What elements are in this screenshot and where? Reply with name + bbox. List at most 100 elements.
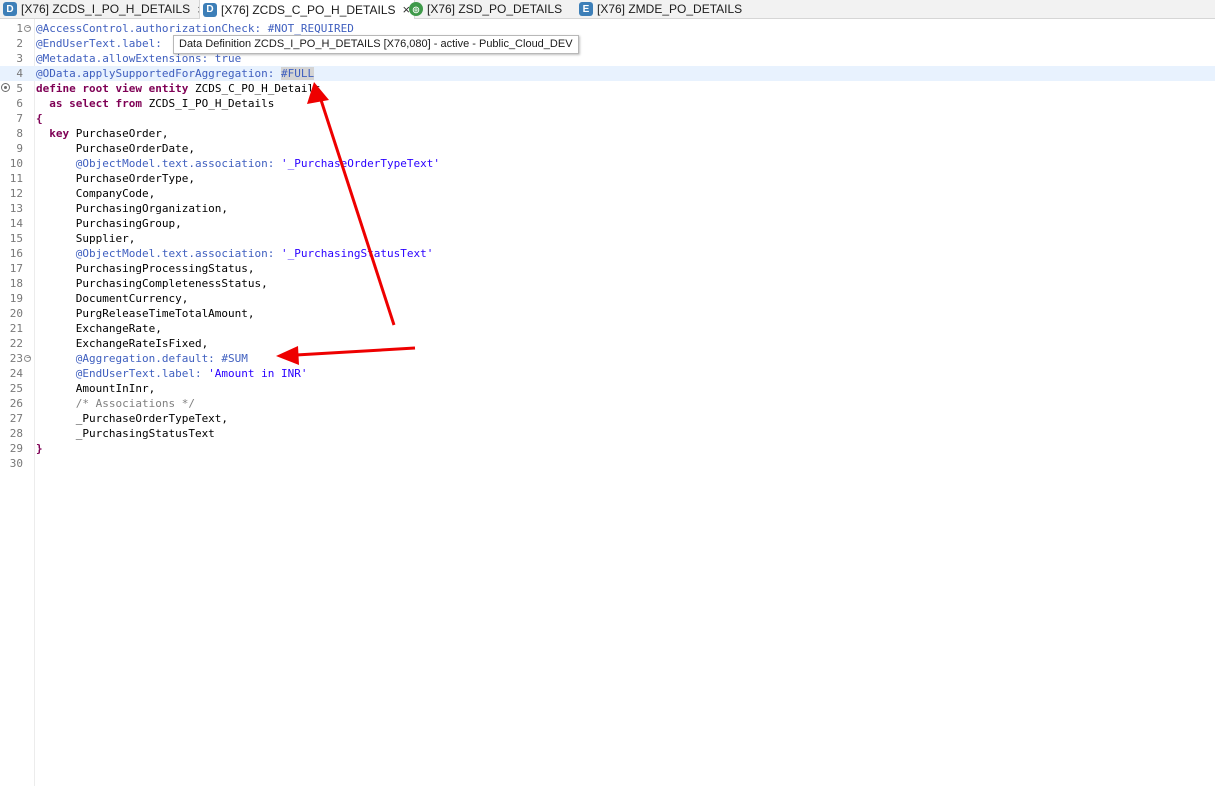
code-line[interactable]: 16 @ObjectModel.text.association: '_Purc… bbox=[0, 246, 1215, 261]
code-text: PurchasingGroup, bbox=[36, 217, 182, 230]
code-text: AmountInInr, bbox=[36, 382, 156, 395]
code-line[interactable]: 18 PurchasingCompletenessStatus, bbox=[0, 276, 1215, 291]
tab-label: [X76] ZCDS_C_PO_H_DETAILS bbox=[221, 2, 396, 17]
tab-zcds-i-po-h-details[interactable]: D [X76] ZCDS_I_PO_H_DETAILS × bbox=[3, 0, 205, 18]
code-line[interactable]: 11 PurchaseOrderType, bbox=[0, 171, 1215, 186]
code-text: @ObjectModel.text.association: '_Purchas… bbox=[36, 246, 434, 261]
line-number: 29 bbox=[9, 442, 23, 455]
code-line[interactable]: 6 as select from ZCDS_I_PO_H_Details bbox=[0, 96, 1215, 111]
line-number: 18 bbox=[9, 277, 23, 290]
line-number: 13 bbox=[9, 202, 23, 215]
code-line[interactable]: 20 PurgReleaseTimeTotalAmount, bbox=[0, 306, 1215, 321]
code-text: ExchangeRateIsFixed, bbox=[36, 337, 209, 350]
tab-label: [X76] ZMDE_PO_DETAILS bbox=[597, 2, 743, 16]
line-number: 27 bbox=[9, 412, 23, 425]
service-definition-icon: ◎ bbox=[409, 2, 423, 16]
line-number: 1 bbox=[16, 22, 23, 35]
code-editor[interactable]: 1 @AccessControl.authorizationCheck: #NO… bbox=[0, 19, 1215, 786]
code-comment: /* Associations */ bbox=[36, 397, 195, 410]
line-number: 8 bbox=[16, 127, 23, 140]
annotation-text: @OData.applySupportedForAggregation: bbox=[36, 67, 282, 80]
line-number: 11 bbox=[9, 172, 23, 185]
code-line[interactable]: 10 @ObjectModel.text.association: '_Purc… bbox=[0, 156, 1215, 171]
code-line[interactable]: 12 CompanyCode, bbox=[0, 186, 1215, 201]
code-text: _PurchasingStatusText bbox=[36, 427, 215, 440]
code-line[interactable]: 5 define root view entity ZCDS_C_PO_H_De… bbox=[0, 81, 1215, 96]
fold-toggle-icon[interactable] bbox=[24, 355, 32, 362]
code-line-current[interactable]: 4 @OData.applySupportedForAggregation: #… bbox=[0, 66, 1215, 81]
tab-zcds-c-po-h-details[interactable]: D [X76] ZCDS_C_PO_H_DETAILS × bbox=[199, 0, 416, 19]
string-literal: '_PurchaseOrderTypeText' bbox=[281, 157, 440, 170]
code-line[interactable]: 9 PurchaseOrderDate, bbox=[0, 141, 1215, 156]
code-text: PurchaseOrderType, bbox=[36, 172, 195, 185]
keyword: key bbox=[36, 127, 70, 140]
fold-toggle-icon[interactable] bbox=[24, 25, 32, 32]
line-number: 30 bbox=[9, 457, 23, 470]
line-number: 23 bbox=[9, 352, 23, 365]
code-line[interactable]: 27 _PurchaseOrderTypeText, bbox=[0, 411, 1215, 426]
line-number: 17 bbox=[9, 262, 23, 275]
code-line[interactable]: 25 AmountInInr, bbox=[0, 381, 1215, 396]
code-line[interactable]: 21 ExchangeRate, bbox=[0, 321, 1215, 336]
line-number: 7 bbox=[16, 112, 23, 125]
line-number: 9 bbox=[16, 142, 23, 155]
annotation-text: @ObjectModel.text.association: bbox=[36, 247, 282, 260]
code-text: @EndUserText.label: 'Amount in INR' bbox=[36, 366, 308, 381]
line-number: 2 bbox=[16, 37, 23, 50]
code-line[interactable]: 13 PurchasingOrganization, bbox=[0, 201, 1215, 216]
code-text: PurchasingProcessingStatus, bbox=[36, 262, 255, 275]
code-line[interactable]: 28 _PurchasingStatusText bbox=[0, 426, 1215, 441]
tab-label: [X76] ZCDS_I_PO_H_DETAILS bbox=[21, 2, 191, 16]
annotation-text: @ObjectModel.text.association: bbox=[36, 157, 282, 170]
editor-tab-bar: D [X76] ZCDS_I_PO_H_DETAILS × D [X76] ZC… bbox=[0, 0, 1215, 19]
hover-tooltip: Data Definition ZCDS_I_PO_H_DETAILS [X76… bbox=[173, 35, 579, 54]
line-number: 26 bbox=[9, 397, 23, 410]
code-line[interactable]: 29 } bbox=[0, 441, 1215, 456]
line-number: 22 bbox=[9, 337, 23, 350]
line-number: 10 bbox=[9, 157, 23, 170]
code-line[interactable]: 23 @Aggregation.default: #SUM bbox=[0, 351, 1215, 366]
code-text: @EndUserText.label: bbox=[36, 37, 169, 50]
code-line[interactable]: 15 Supplier, bbox=[0, 231, 1215, 246]
code-text: PurchasingCompletenessStatus, bbox=[36, 277, 268, 290]
code-text: _PurchaseOrderTypeText, bbox=[36, 412, 229, 425]
code-text: Supplier, bbox=[36, 232, 136, 245]
line-number: 6 bbox=[16, 97, 23, 110]
identifier: PurchaseOrder, bbox=[69, 127, 169, 140]
code-line[interactable]: 17 PurchasingProcessingStatus, bbox=[0, 261, 1215, 276]
metadata-extension-icon: E bbox=[579, 2, 593, 16]
code-text: @ObjectModel.text.association: '_Purchas… bbox=[36, 156, 440, 171]
line-number: 14 bbox=[9, 217, 23, 230]
code-text: PurchaseOrderDate, bbox=[36, 142, 195, 155]
code-text: PurgReleaseTimeTotalAmount, bbox=[36, 307, 255, 320]
line-number: 19 bbox=[9, 292, 23, 305]
code-text: ExchangeRate, bbox=[36, 322, 162, 335]
tab-zsd-po-details[interactable]: ◎ [X76] ZSD_PO_DETAILS bbox=[409, 0, 562, 18]
code-line[interactable]: 22 ExchangeRateIsFixed, bbox=[0, 336, 1215, 351]
code-line[interactable]: 26 /* Associations */ bbox=[0, 396, 1215, 411]
code-line[interactable]: 30 bbox=[0, 456, 1215, 471]
data-definition-icon: D bbox=[203, 2, 217, 17]
code-line[interactable]: 1 @AccessControl.authorizationCheck: #NO… bbox=[0, 21, 1215, 36]
line-number: 21 bbox=[9, 322, 23, 335]
code-line[interactable]: 19 DocumentCurrency, bbox=[0, 291, 1215, 306]
line-number: 16 bbox=[9, 247, 23, 260]
identifier: ZCDS_C_PO_H_Details bbox=[188, 82, 321, 95]
tab-zmde-po-details[interactable]: E [X76] ZMDE_PO_DETAILS bbox=[579, 0, 742, 18]
code-text: PurchasingOrganization, bbox=[36, 202, 229, 215]
code-line[interactable]: 24 @EndUserText.label: 'Amount in INR' bbox=[0, 366, 1215, 381]
line-number: 28 bbox=[9, 427, 23, 440]
code-line[interactable]: 14 PurchasingGroup, bbox=[0, 216, 1215, 231]
code-text: @OData.applySupportedForAggregation: #FU… bbox=[36, 66, 315, 81]
line-number: 5 bbox=[16, 82, 23, 95]
code-text: DocumentCurrency, bbox=[36, 292, 189, 305]
code-text: CompanyCode, bbox=[36, 187, 156, 200]
code-line[interactable]: 8 key PurchaseOrder, bbox=[0, 126, 1215, 141]
line-number: 20 bbox=[9, 307, 23, 320]
code-text: @Aggregation.default: #SUM bbox=[36, 352, 248, 365]
code-text: key PurchaseOrder, bbox=[36, 126, 168, 141]
code-text: as select from ZCDS_I_PO_H_Details bbox=[36, 96, 274, 111]
line-number: 24 bbox=[9, 367, 23, 380]
code-text: { bbox=[36, 112, 43, 125]
code-line[interactable]: 7 { bbox=[0, 111, 1215, 126]
